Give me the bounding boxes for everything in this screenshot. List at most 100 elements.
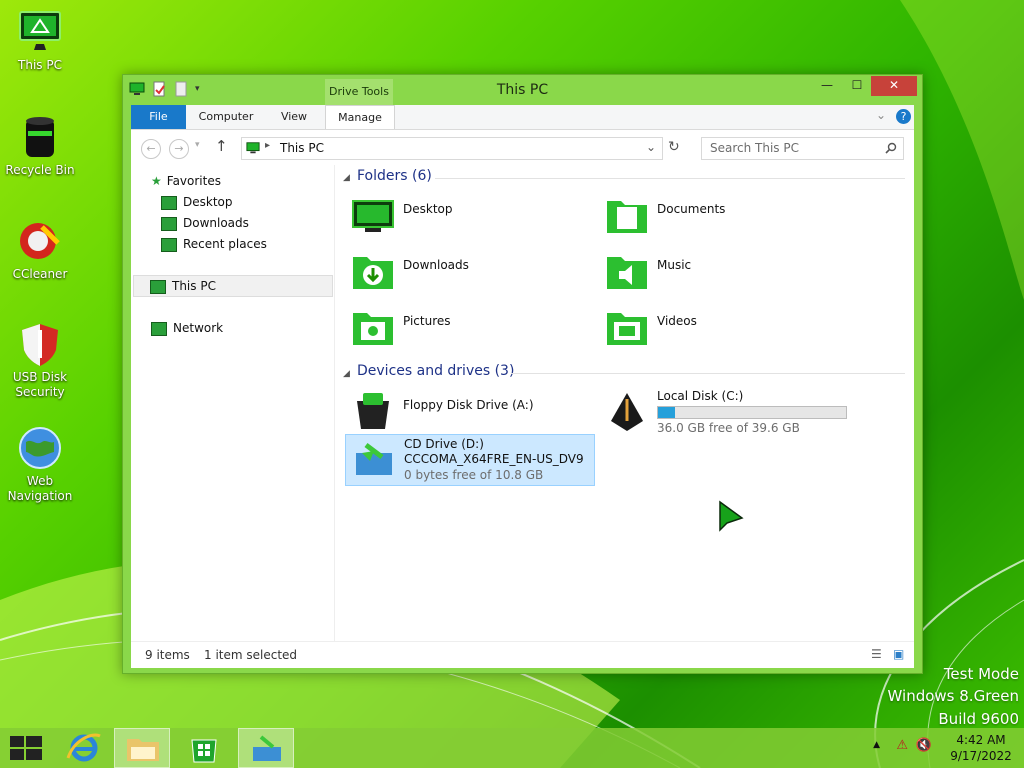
refresh-icon[interactable]: ↻: [668, 139, 680, 155]
navigation-pane: ★ Favorites Desktop Downloads Recent plac…: [131, 165, 335, 641]
music-folder-icon: [607, 257, 647, 289]
title-bar[interactable]: ▾ Drive Tools This PC — ☐ ✕: [123, 75, 922, 105]
tile-label: Desktop: [403, 202, 453, 216]
nav-label: This PC: [172, 279, 216, 293]
back-button[interactable]: ←: [141, 139, 161, 159]
chevron-right-icon[interactable]: ▸: [265, 140, 270, 151]
forward-button[interactable]: →: [169, 139, 189, 159]
start-button[interactable]: [0, 728, 56, 768]
chevron-down-icon[interactable]: ⌄: [646, 140, 656, 154]
desktop-icon-label: USB Disk Security: [12, 370, 68, 399]
tile-label: Floppy Disk Drive (A:): [403, 398, 534, 412]
floppy-drive-icon: [357, 393, 389, 429]
desktop-icon-label: Recycle Bin: [5, 163, 75, 177]
drive-volume-label: CCCOMA_X64FRE_EN-US_DV9: [404, 452, 584, 466]
network-icon[interactable]: ⚠: [896, 738, 908, 753]
desktop-icon-usb-disk-security[interactable]: USB Disk Security: [0, 320, 80, 400]
drive-free-space: 0 bytes free of 10.8 GB: [404, 468, 544, 482]
chevron-down-icon[interactable]: ▾: [195, 140, 200, 150]
mouse-cursor: [719, 500, 744, 532]
network-icon: [151, 321, 167, 336]
cd-drive-icon: [253, 735, 281, 761]
drive-tile-floppy[interactable]: Floppy Disk Drive (A:): [345, 387, 595, 437]
folder-tile-documents[interactable]: Documents: [599, 191, 849, 241]
folder-tile-videos[interactable]: Videos: [599, 303, 849, 353]
group-header-folders[interactable]: Folders (6): [357, 168, 432, 184]
status-bar: 9 items 1 item selected ☰ ▣: [131, 641, 914, 668]
ribbon-tabs: File Computer View Manage ⌄ ?: [131, 105, 914, 130]
desktop-icon-web-navigation[interactable]: Web Navigation: [0, 424, 80, 504]
chevron-down-icon[interactable]: ⌄: [876, 108, 886, 122]
tile-label: Documents: [657, 202, 726, 216]
clock-time[interactable]: 4:42 AM: [946, 733, 1016, 747]
store-icon: [191, 739, 217, 763]
nav-item-network[interactable]: Network: [151, 318, 223, 338]
tiles-view-icon[interactable]: ▣: [893, 647, 904, 661]
nav-label: Desktop: [183, 195, 233, 209]
tab-file[interactable]: File: [131, 105, 186, 129]
nav-label: Recent places: [183, 237, 267, 251]
nav-item-downloads[interactable]: Downloads: [161, 213, 249, 233]
folder-tile-downloads[interactable]: Downloads: [345, 247, 595, 297]
up-arrow-icon[interactable]: ↑: [215, 137, 228, 155]
navigation-bar: ← → ▾ ↑ ▸ This PC ⌄ ↻ Search This PC: [131, 129, 914, 166]
nav-label: Network: [173, 321, 224, 335]
close-button[interactable]: ✕: [871, 76, 917, 96]
desktop-icon: [161, 195, 177, 210]
pictures-folder-icon: [353, 313, 393, 345]
shield-icon: [22, 324, 58, 366]
nav-item-favorites[interactable]: ★ Favorites: [151, 171, 221, 191]
explorer-window[interactable]: ▾ Drive Tools This PC — ☐ ✕ File Compute…: [122, 74, 923, 674]
desktop-icon-label: Web Navigation: [7, 474, 73, 503]
folder-tile-pictures[interactable]: Pictures: [345, 303, 595, 353]
drive-tile-cd[interactable]: CD Drive (D:) CCCOMA_X64FRE_EN-US_DV9 0 …: [345, 434, 595, 486]
help-icon[interactable]: ?: [896, 109, 911, 124]
taskbar-store[interactable]: [176, 728, 232, 768]
details-view-icon[interactable]: ☰: [871, 647, 882, 661]
desktop-icon-ccleaner[interactable]: CCleaner: [0, 217, 80, 282]
address-bar[interactable]: ▸ This PC ⌄: [241, 137, 663, 160]
content-area: ★ Favorites Desktop Downloads Recent plac…: [131, 165, 914, 641]
volume-muted-icon[interactable]: 🔇: [916, 738, 932, 753]
cd-drive-icon: [356, 443, 392, 475]
taskbar: ▲ ⚠ 🔇 4:42 AM 9/17/2022: [0, 728, 1024, 768]
os-edition-text: Windows 8.Green: [887, 687, 1019, 705]
videos-folder-icon: [607, 313, 647, 345]
drive-name: CD Drive (D:): [404, 437, 484, 451]
folder-tile-music[interactable]: Music: [599, 247, 849, 297]
tab-manage[interactable]: Manage: [325, 105, 395, 130]
taskbar-internet-explorer[interactable]: [56, 728, 112, 768]
downloads-folder-icon: [353, 257, 393, 289]
clock-date[interactable]: 9/17/2022: [946, 749, 1016, 763]
taskbar-file-explorer[interactable]: [114, 728, 170, 768]
desktop-icon-this-pc[interactable]: This PC: [0, 8, 80, 73]
computer-icon: [19, 11, 61, 50]
nav-item-recent-places[interactable]: Recent places: [161, 234, 267, 254]
selection-count: 1 item selected: [204, 648, 298, 662]
nav-item-this-pc[interactable]: This PC: [133, 275, 333, 297]
globe-icon: [19, 427, 61, 469]
item-count: 9 items: [145, 648, 190, 662]
divider: [511, 373, 905, 374]
group-header-devices[interactable]: Devices and drives (3): [357, 363, 514, 379]
show-hidden-icons[interactable]: ▲: [873, 740, 880, 750]
desktop-icon-recycle-bin[interactable]: Recycle Bin: [0, 113, 80, 178]
maximize-button[interactable]: ☐: [843, 76, 871, 96]
tile-label: Music: [657, 258, 692, 272]
hard-disk-icon: [611, 393, 643, 431]
recycle-bin-icon: [26, 117, 54, 157]
computer-icon: [246, 142, 260, 154]
tab-computer[interactable]: Computer: [193, 105, 259, 129]
minimize-button[interactable]: —: [813, 76, 841, 96]
ccleaner-icon: [20, 223, 60, 259]
drive-free-space: 36.0 GB free of 39.6 GB: [657, 421, 800, 435]
window-title: This PC: [496, 82, 549, 98]
collapse-icon[interactable]: ◢: [343, 369, 350, 379]
search-input[interactable]: Search This PC: [701, 137, 904, 160]
tab-view[interactable]: View: [269, 105, 319, 129]
taskbar-cd-drive[interactable]: [238, 728, 294, 768]
collapse-icon[interactable]: ◢: [343, 173, 350, 183]
drive-tile-local-disk[interactable]: Local Disk (C:) 36.0 GB free of 39.6 GB: [599, 387, 849, 437]
nav-item-desktop[interactable]: Desktop: [161, 192, 233, 212]
folder-tile-desktop[interactable]: Desktop: [345, 191, 595, 241]
